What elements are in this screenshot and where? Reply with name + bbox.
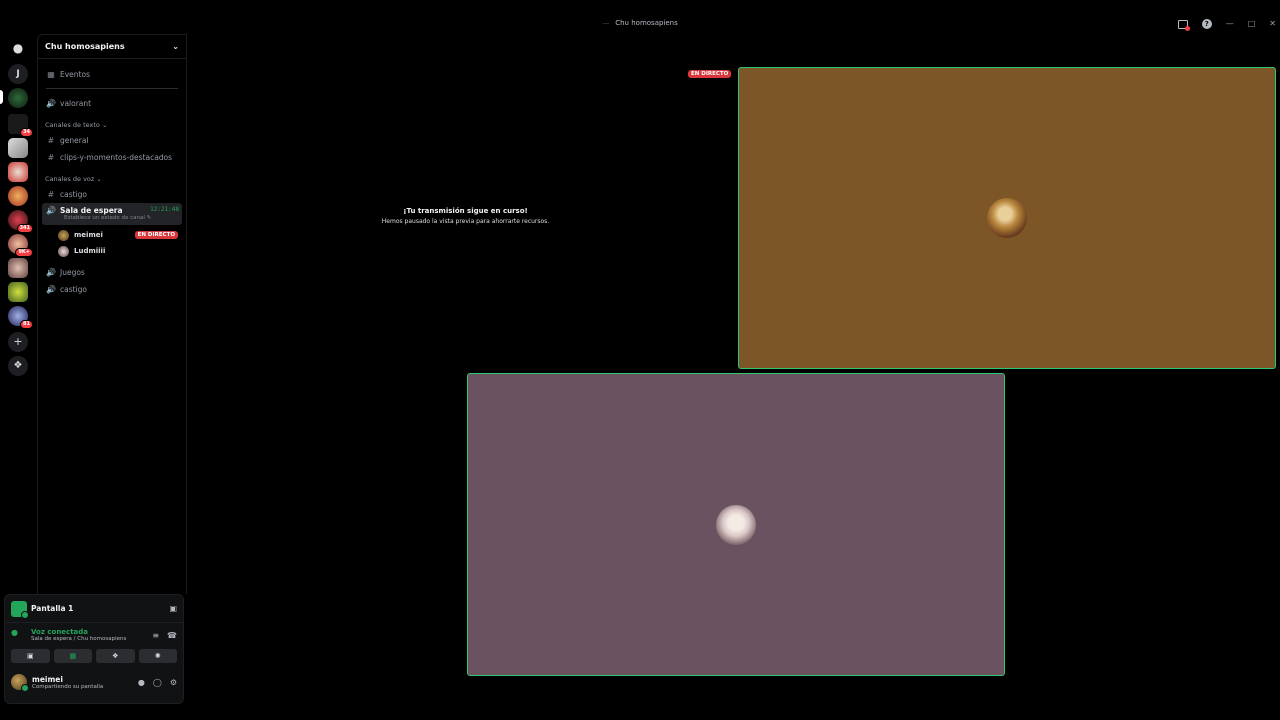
server-10-icon[interactable]: 81: [8, 306, 33, 329]
screen-share-row[interactable]: Pantalla 1 ▣: [5, 595, 183, 623]
voice-status-row: ● Voz conectada Sala de espera / Chu hom…: [11, 628, 177, 642]
title-bar: — Chu homosapiens ? — □ ✕: [0, 0, 1280, 34]
signal-icon[interactable]: ●: [11, 628, 25, 642]
maximize-button[interactable]: □: [1248, 20, 1256, 28]
disconnect-icon[interactable]: ☎: [167, 631, 177, 640]
voice-channel-valorant[interactable]: 🔊 valorant: [42, 95, 182, 111]
user-panel: meimei Compartiendo su pantalla ● ◯ ⚙: [5, 669, 183, 695]
participant-tile-meimei[interactable]: [738, 67, 1276, 369]
headphones-icon[interactable]: ◯: [153, 678, 162, 687]
stop-stream-icon[interactable]: ▣: [169, 604, 177, 613]
avatar: [58, 245, 69, 257]
gear-icon[interactable]: ⚙: [170, 678, 177, 687]
microphone-icon[interactable]: ●: [138, 678, 145, 687]
divider: [46, 88, 178, 89]
category-text[interactable]: Canales de texto ⌄: [45, 121, 107, 129]
server-5-icon[interactable]: [8, 186, 28, 206]
text-channel-general[interactable]: # general: [42, 132, 182, 148]
server-1-icon[interactable]: [8, 88, 28, 108]
minimize-button[interactable]: —: [1226, 20, 1234, 28]
camera-button[interactable]: ▣: [11, 649, 50, 663]
chevron-down-icon: ⌄: [172, 42, 179, 51]
add-server-icon[interactable]: +: [8, 332, 28, 352]
voice-user-ludmiiii[interactable]: Ludmiiii: [58, 244, 178, 258]
server-7-icon[interactable]: 9K+: [8, 234, 33, 257]
stream-paused-notice: ¡Tu transmisión sigue en curso! Hemos pa…: [381, 207, 550, 225]
noise-suppression-icon[interactable]: ≡: [152, 631, 159, 640]
server-9-icon[interactable]: [8, 282, 28, 302]
user-avatar[interactable]: [11, 674, 29, 692]
help-icon[interactable]: ?: [1201, 19, 1212, 29]
channel-sidebar: Chu homosapiens ⌄ ▦ Eventos 🔊 valorant Can…: [37, 34, 187, 594]
live-badge: EN DIRECTO: [134, 231, 178, 239]
voice-channel-waiting-room[interactable]: 🔊 Sala de espera 12:21:48 Establece un e…: [42, 203, 182, 225]
hash-icon: #: [47, 135, 55, 145]
participant-tile-ludmiiii[interactable]: [467, 373, 1005, 676]
server-header[interactable]: Chu homosapiens ⌄: [38, 35, 186, 59]
share-screen-button[interactable]: ▦: [53, 649, 92, 663]
voice-user-meimei[interactable]: meimei EN DIRECTO: [58, 228, 178, 242]
live-badge: EN DIRECTO: [688, 70, 732, 78]
voice-user-panel: Pantalla 1 ▣ ● Voz conectada Sala de esp…: [4, 594, 184, 704]
camera-off-icon: ▣: [26, 652, 34, 660]
hash-icon: #: [47, 189, 55, 199]
server-3-icon[interactable]: [8, 138, 28, 158]
explore-icon[interactable]: ❖: [8, 356, 28, 376]
server-2-icon[interactable]: 34: [8, 114, 33, 137]
server-j-icon[interactable]: J: [8, 64, 28, 84]
avatar: [58, 229, 69, 241]
text-channel-castigo[interactable]: # castigo: [42, 186, 182, 202]
voice-channel-castigo[interactable]: 🔊 castigo: [42, 281, 182, 297]
avatar: [987, 198, 1027, 238]
channel-status-hint[interactable]: Establece un estado de canal ✎: [64, 215, 151, 221]
speaker-icon: 🔊: [46, 267, 56, 277]
server-name: Chu homosapiens: [45, 42, 125, 51]
close-button[interactable]: ✕: [1269, 20, 1276, 28]
server-8-icon[interactable]: [8, 258, 28, 278]
activities-icon: ❖: [112, 652, 119, 660]
discord-home-icon[interactable]: ●: [8, 38, 28, 58]
inbox-icon[interactable]: [1177, 19, 1190, 31]
selected-pill: [0, 90, 3, 104]
call-timer: 12:21:48: [150, 206, 179, 213]
screen-icon: [11, 600, 29, 619]
speaker-icon: 🔊: [46, 206, 56, 215]
soundboard-button[interactable]: ✺: [138, 649, 177, 663]
activities-button[interactable]: ❖: [96, 649, 135, 663]
window-title: — Chu homosapiens: [602, 19, 678, 27]
text-channel-clips[interactable]: # clips-y-momentos-destacados: [42, 149, 182, 165]
hash-icon: #: [47, 152, 55, 162]
avatar: [716, 504, 756, 545]
server-4-icon[interactable]: [8, 162, 28, 182]
server-6-icon[interactable]: 341: [8, 210, 33, 233]
speaker-icon: 🔊: [46, 284, 56, 294]
screen-share-icon: ▦: [69, 652, 77, 660]
voice-channel-juegos[interactable]: 🔊 Juegos: [42, 264, 182, 280]
soundboard-icon: ✺: [154, 652, 161, 660]
stream-stage: ¡Tu transmisión sigue en curso! Hemos pa…: [188, 34, 1280, 720]
events-item[interactable]: ▦ Eventos: [42, 66, 182, 82]
speaker-icon: 🔊: [46, 98, 56, 108]
calendar-icon: ▦: [47, 69, 55, 79]
category-voice[interactable]: Canales de voz ⌄: [45, 175, 102, 183]
